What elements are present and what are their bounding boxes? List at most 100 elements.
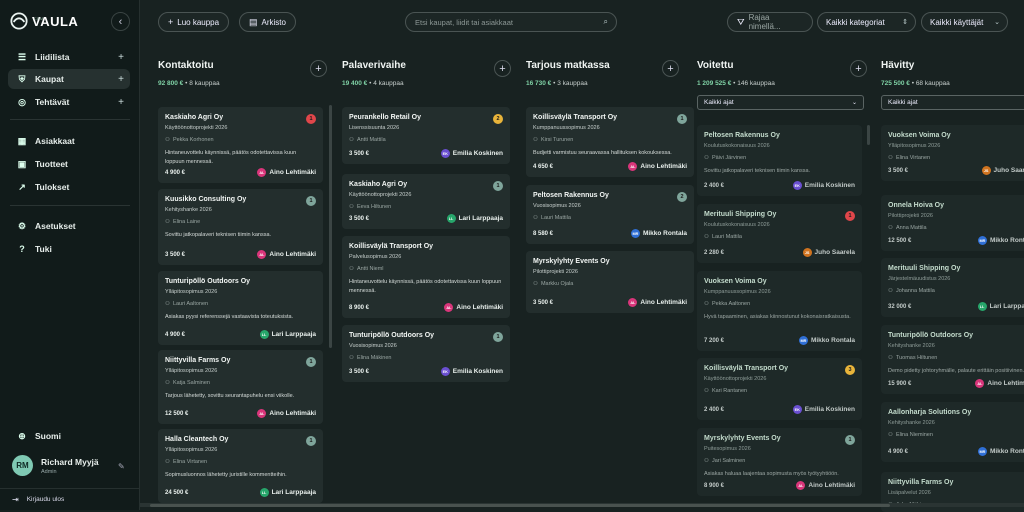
sidebar-item-kaupat[interactable]: ⛨ Kaupat + xyxy=(8,69,130,89)
deal-amount: 12 500 € xyxy=(888,237,912,244)
deal-card[interactable]: Merituuli Shipping Oy Järjestelmäuudistus… xyxy=(881,258,1024,317)
add-deal-to-column-button[interactable]: + xyxy=(662,60,679,77)
deal-card[interactable]: Kaskiaho Agri Oy Käyttöönottoprojekti 202… xyxy=(342,174,510,229)
users-value: Kaikki käyttäjät xyxy=(930,17,984,27)
deal-name: Käyttöönottoprojekti 2026 xyxy=(349,192,412,198)
deal-amount: 4 900 € xyxy=(165,169,186,176)
deal-card[interactable]: Merituuli Shipping Oy Koulutuskokonaisuus… xyxy=(697,204,862,263)
period-select[interactable]: Kaikki ajat⌄ xyxy=(881,95,1024,110)
add-deal-to-column-button[interactable]: + xyxy=(310,60,327,77)
sidebar-item-tulokset[interactable]: ↗ Tulokset xyxy=(8,177,130,197)
column-total-amount: 1 209 525 € xyxy=(697,80,732,87)
vertical-scrollbar[interactable] xyxy=(329,105,332,348)
add-deal-to-column-button[interactable]: + xyxy=(494,60,511,77)
deal-card[interactable]: Koillisväylä Transport Oy Kumppanuussopim… xyxy=(526,107,694,177)
deal-card[interactable]: Peltosen Rakennus Oy Koulutuskokonaisuus … xyxy=(697,125,862,196)
deal-card[interactable]: Koillisväylä Transport Oy Käyttöönottopro… xyxy=(697,358,862,420)
owner-avatar: AL xyxy=(257,250,267,259)
deal-card[interactable]: Kaskiaho Agri Oy Käyttöönottoprojekti 202… xyxy=(158,107,323,183)
deal-company: Koillisväylä Transport Oy xyxy=(533,114,618,121)
sidebar-item-tuki[interactable]: ? Tuki xyxy=(8,239,130,259)
users-select[interactable]: Kaikki käyttäjät ⌄ xyxy=(921,12,1008,32)
deal-card[interactable]: Peltosen Rakennus Oy Vuosisopimus 2026 ⚇ La… xyxy=(526,185,694,244)
vertical-scrollbar[interactable] xyxy=(867,125,870,145)
deal-amount: 8 900 € xyxy=(349,304,370,311)
sidebar-item-liidilista[interactable]: ☰ Liidilista + xyxy=(8,47,130,67)
horizontal-scrollbar-thumb[interactable] xyxy=(150,504,890,507)
column-summary: 1 209 525 € • 146 kauppaa xyxy=(697,80,775,87)
deal-card[interactable]: Onnela Hoiva Oy Pilottiprojekti 2026 ⚇ Anna… xyxy=(881,195,1024,251)
deal-card[interactable]: Vuoksen Voima Oy Kumppanuussopimus 2026 ⚇ P… xyxy=(697,271,862,351)
deal-card[interactable]: Niittyvilla Farms Oy Ylläpitosopimus 2026… xyxy=(158,350,323,424)
logout-button[interactable]: ⇥ Kirjaudu ulos xyxy=(0,488,140,510)
edit-profile-icon[interactable]: ✎ xyxy=(118,462,125,471)
filter-name-input[interactable]: ⛛ Rajaa nimellä... xyxy=(727,12,813,32)
pipeline-column: Voitettu +1 209 525 € • 146 kauppaa Kaikki… xyxy=(697,60,867,496)
search-input[interactable]: Etsi kaupat, liidit tai asiakkaat ⌕ xyxy=(405,12,617,32)
trend-icon: ↗ xyxy=(18,181,26,192)
deal-owner: LLLari Larppaaja xyxy=(977,302,1024,311)
deal-contact: ⚇ Markku Ojala xyxy=(533,281,687,287)
deal-owner: EK Emilia Koskinen xyxy=(440,149,503,158)
sidebar-item-tehtavat[interactable]: ◎ Tehtävät + xyxy=(8,92,130,112)
archive-button[interactable]: ▤ Arkisto xyxy=(239,12,296,32)
period-select[interactable]: Kaikki ajat⌄ xyxy=(697,95,864,110)
deal-name: Pilottiprojekti 2026 xyxy=(888,213,933,219)
sidebar-item-asetukset[interactable]: ⚙ Asetukset xyxy=(8,216,130,236)
deal-owner: MRMikko Rontala xyxy=(977,447,1024,456)
new-deal-label: Luo kauppa xyxy=(177,17,220,27)
owner-avatar: MR xyxy=(798,336,808,345)
sidebar: VAULA CRM ‹ ☰ Liidilista + ⛨ Kaupat + ◎ … xyxy=(0,0,140,510)
deal-owner: ALAino Lehtimäki xyxy=(257,168,316,177)
deal-card[interactable]: Halla Cleantech Oy Ylläpitosopimus 2026 ⚇ E… xyxy=(158,429,323,503)
deal-name: Ylläpitosopimus 2026 xyxy=(165,368,218,374)
deal-name: Ylläpitosopimus 2026 xyxy=(165,447,218,453)
deal-card[interactable]: Koillisväylä Transport Oy Palvelusopimus … xyxy=(342,236,510,318)
owner-name: Emilia Koskinen xyxy=(804,182,855,189)
owner-avatar: EK xyxy=(792,181,802,190)
deal-owner: MRMikko Rontala xyxy=(630,229,687,238)
deal-owner: ALAino Lehtimäki xyxy=(257,250,316,259)
deal-contact: ⚇ Pekka Korhonen xyxy=(165,137,316,143)
add-lead-button[interactable]: + xyxy=(118,52,124,63)
app-logo[interactable]: VAULA xyxy=(10,12,78,30)
deal-card[interactable]: Aallonharja Solutions Oy Kehityshanke 202… xyxy=(881,402,1024,462)
deal-name: Järjestelmäuudistus 2026 xyxy=(888,276,951,282)
deal-contact: ⚇ Kirsi Turunen xyxy=(533,137,687,143)
owner-avatar: LL xyxy=(977,302,987,311)
deal-company: Tunturipöllö Outdoors Oy xyxy=(165,278,251,285)
deal-owner: ALAino Lehtimäki xyxy=(628,298,687,307)
deal-card[interactable]: Peurankello Retail Oy Lisenssisuunta 2026… xyxy=(342,107,510,164)
user-profile[interactable]: RM Richard Myyjä Admin xyxy=(12,455,99,476)
sidebar-item-asiakkaat[interactable]: ▦ Asiakkaat xyxy=(8,131,130,151)
add-deal-button[interactable]: + xyxy=(118,74,124,85)
language-selector[interactable]: ⊕ Suomi xyxy=(8,426,130,446)
deal-name: Vuosisopimus 2026 xyxy=(533,203,581,209)
deal-card[interactable]: Tunturipöllö Outdoors Oy Ylläpitosopimus … xyxy=(158,271,323,345)
add-deal-to-column-button[interactable]: + xyxy=(850,60,867,77)
pipeline-column: Tarjous matkassa +16 730 € • 3 kauppaa Koi… xyxy=(526,60,694,313)
deal-contact-name: Markku Ojala xyxy=(540,281,574,287)
plus-icon: + xyxy=(168,17,174,27)
deal-footer: 7 200 € MR Mikko Rontala xyxy=(704,336,855,345)
deal-card[interactable]: Vuoksen Voima Oy Ylläpitosopimus 2026 ⚇ Eli… xyxy=(881,125,1024,181)
deal-contact: ⚇ Lauri Aaltonen xyxy=(165,301,316,307)
deal-note: Asiakas pyysi referenssejä vastaavista t… xyxy=(165,314,294,320)
sidebar-item-tuotteet[interactable]: ▣ Tuotteet xyxy=(8,154,130,174)
add-task-button[interactable]: + xyxy=(118,97,124,108)
new-deal-button[interactable]: + Luo kauppa xyxy=(158,12,230,32)
deal-card[interactable]: Myrskylyhty Events Oy Puitesopimus 2026 ⚇ J… xyxy=(697,428,862,496)
category-select[interactable]: Kaikki kategoriat ⇕ xyxy=(817,12,916,32)
deal-amount: 15 900 € xyxy=(888,380,912,387)
deal-card[interactable]: Tunturipöllö Outdoors Oy Kehityshanke 202… xyxy=(881,325,1024,394)
collapse-sidebar-button[interactable]: ‹ xyxy=(111,12,130,31)
filter-placeholder: Rajaa nimellä... xyxy=(748,13,781,31)
deal-card[interactable]: Tunturipöllö Outdoors Oy Vuosisopimus 202… xyxy=(342,325,510,382)
deal-card[interactable]: Kuusikko Consulting Oy Kehityshanke 2026 ⚇… xyxy=(158,189,323,265)
logo-icon xyxy=(10,12,28,30)
column-deal-count: 68 kauppaa xyxy=(915,80,950,87)
deal-contact: ⚇ Päivi Järvinen xyxy=(704,155,855,161)
avatar: RM xyxy=(12,455,33,476)
deal-amount: 8 900 € xyxy=(704,482,725,489)
deal-card[interactable]: Myrskylyhty Events Oy Pilottiprojekti 202… xyxy=(526,251,694,313)
